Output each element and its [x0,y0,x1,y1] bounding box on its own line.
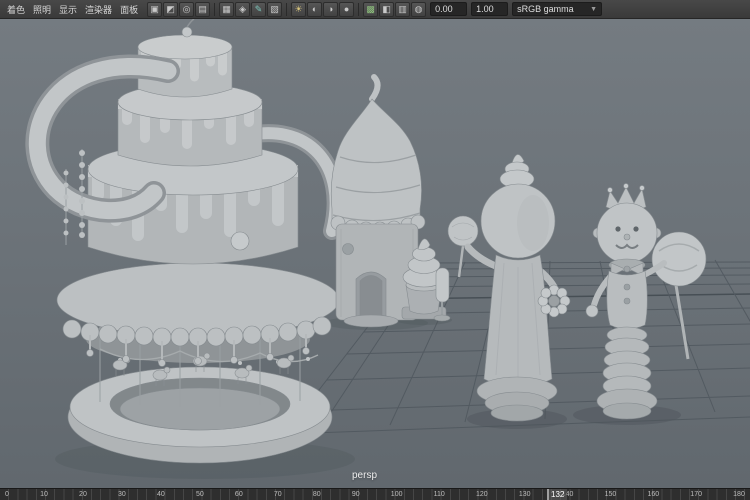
timeline-label: 110 [434,489,445,500]
timeline-label: 80 [313,489,321,500]
lock-camera-icon[interactable]: ◩ [163,2,178,17]
maya-window: 着色照明显示渲染器面板 ▣◩◎▤ ▦◈✎▧ ☀◐◑● ▩◧▥◍ 0.00 1.00 s… [0,0,750,500]
chevron-down-icon: ▼ [590,4,597,15]
time-slider[interactable]: 0102030405060708090100110120130140150160… [0,488,750,500]
timeline-label: 50 [196,489,204,500]
grid-icon[interactable]: ▧ [267,2,282,17]
timeline-label: 40 [157,489,165,500]
timeline-label: 90 [352,489,360,500]
shadows-icon[interactable]: ◐ [307,2,322,17]
timeline-label: 130 [519,489,531,500]
toolbar-separator [214,3,215,16]
exposure-value: 0.00 [435,4,453,14]
timeline-label: 120 [476,489,488,500]
timeline-label: 170 [690,489,702,500]
toolbar-separator [286,3,287,16]
current-frame-marker[interactable]: 132 [547,489,567,500]
panel-menu-panels[interactable]: 面板 [116,3,142,16]
ambient-occlusion-icon[interactable]: ◑ [323,2,338,17]
panel-menu-lighting[interactable]: 照明 [29,3,55,16]
select-camera-icon[interactable]: ▣ [147,2,162,17]
timeline-label: 0 [5,489,9,500]
timeline-label: 30 [118,489,126,500]
default-material-icon[interactable]: ◍ [411,2,426,17]
camera-label: persp [352,470,377,481]
timeline-label: 10 [40,489,48,500]
exposure-field[interactable]: 0.00 [430,2,467,16]
panel-menubar: 着色照明显示渲染器面板 [3,3,142,16]
wireframe-shaded-icon[interactable]: ▥ [395,2,410,17]
lighting-icon[interactable]: ☀ [291,2,306,17]
toolbar-separator [358,3,359,16]
gamma-value: 1.00 [476,4,494,14]
panel-menu-renderer[interactable]: 渲染器 [81,3,116,16]
candy-king-model[interactable] [586,184,706,420]
time-slider-ruler: 0102030405060708090100110120130140150160… [0,489,750,500]
camera-attributes-icon[interactable]: ◎ [179,2,194,17]
panel-toolbar: 着色照明显示渲染器面板 ▣◩◎▤ ▦◈✎▧ ☀◐◑● ▩◧▥◍ 0.00 1.00 s… [0,0,750,19]
current-frame-value: 132 [551,490,564,499]
xray-icon[interactable]: ◧ [379,2,394,17]
candy-girl-model[interactable] [448,154,570,421]
grease-pencil-icon[interactable]: ✎ [251,2,266,17]
timeline-label: 150 [605,489,617,500]
view-transform-value: sRGB gamma [517,4,574,15]
2d-pan-zoom-icon[interactable]: ◈ [235,2,250,17]
bookmarks-icon[interactable]: ▤ [195,2,210,17]
viewport[interactable]: persp [0,19,750,488]
motion-blur-icon[interactable]: ● [339,2,354,17]
carousel-cake-model[interactable] [37,19,339,463]
multisampling-icon[interactable]: ▩ [363,2,378,17]
timeline-label: 20 [79,489,87,500]
timeline-label: 60 [235,489,243,500]
timeline-label: 70 [274,489,282,500]
panel-menu-show[interactable]: 显示 [55,3,81,16]
panel-menu-shading[interactable]: 着色 [3,3,29,16]
view-transform-dropdown[interactable]: sRGB gamma ▼ [512,2,602,16]
scene-canvas [0,19,750,488]
timeline-label: 100 [391,489,403,500]
image-plane-icon[interactable]: ▦ [219,2,234,17]
timeline-label: 160 [647,489,659,500]
timeline-label: 180 [733,489,745,500]
viewport-icon-bar: ▣◩◎▤ ▦◈✎▧ ☀◐◑● ▩◧▥◍ [147,2,426,17]
gamma-field[interactable]: 1.00 [471,2,508,16]
